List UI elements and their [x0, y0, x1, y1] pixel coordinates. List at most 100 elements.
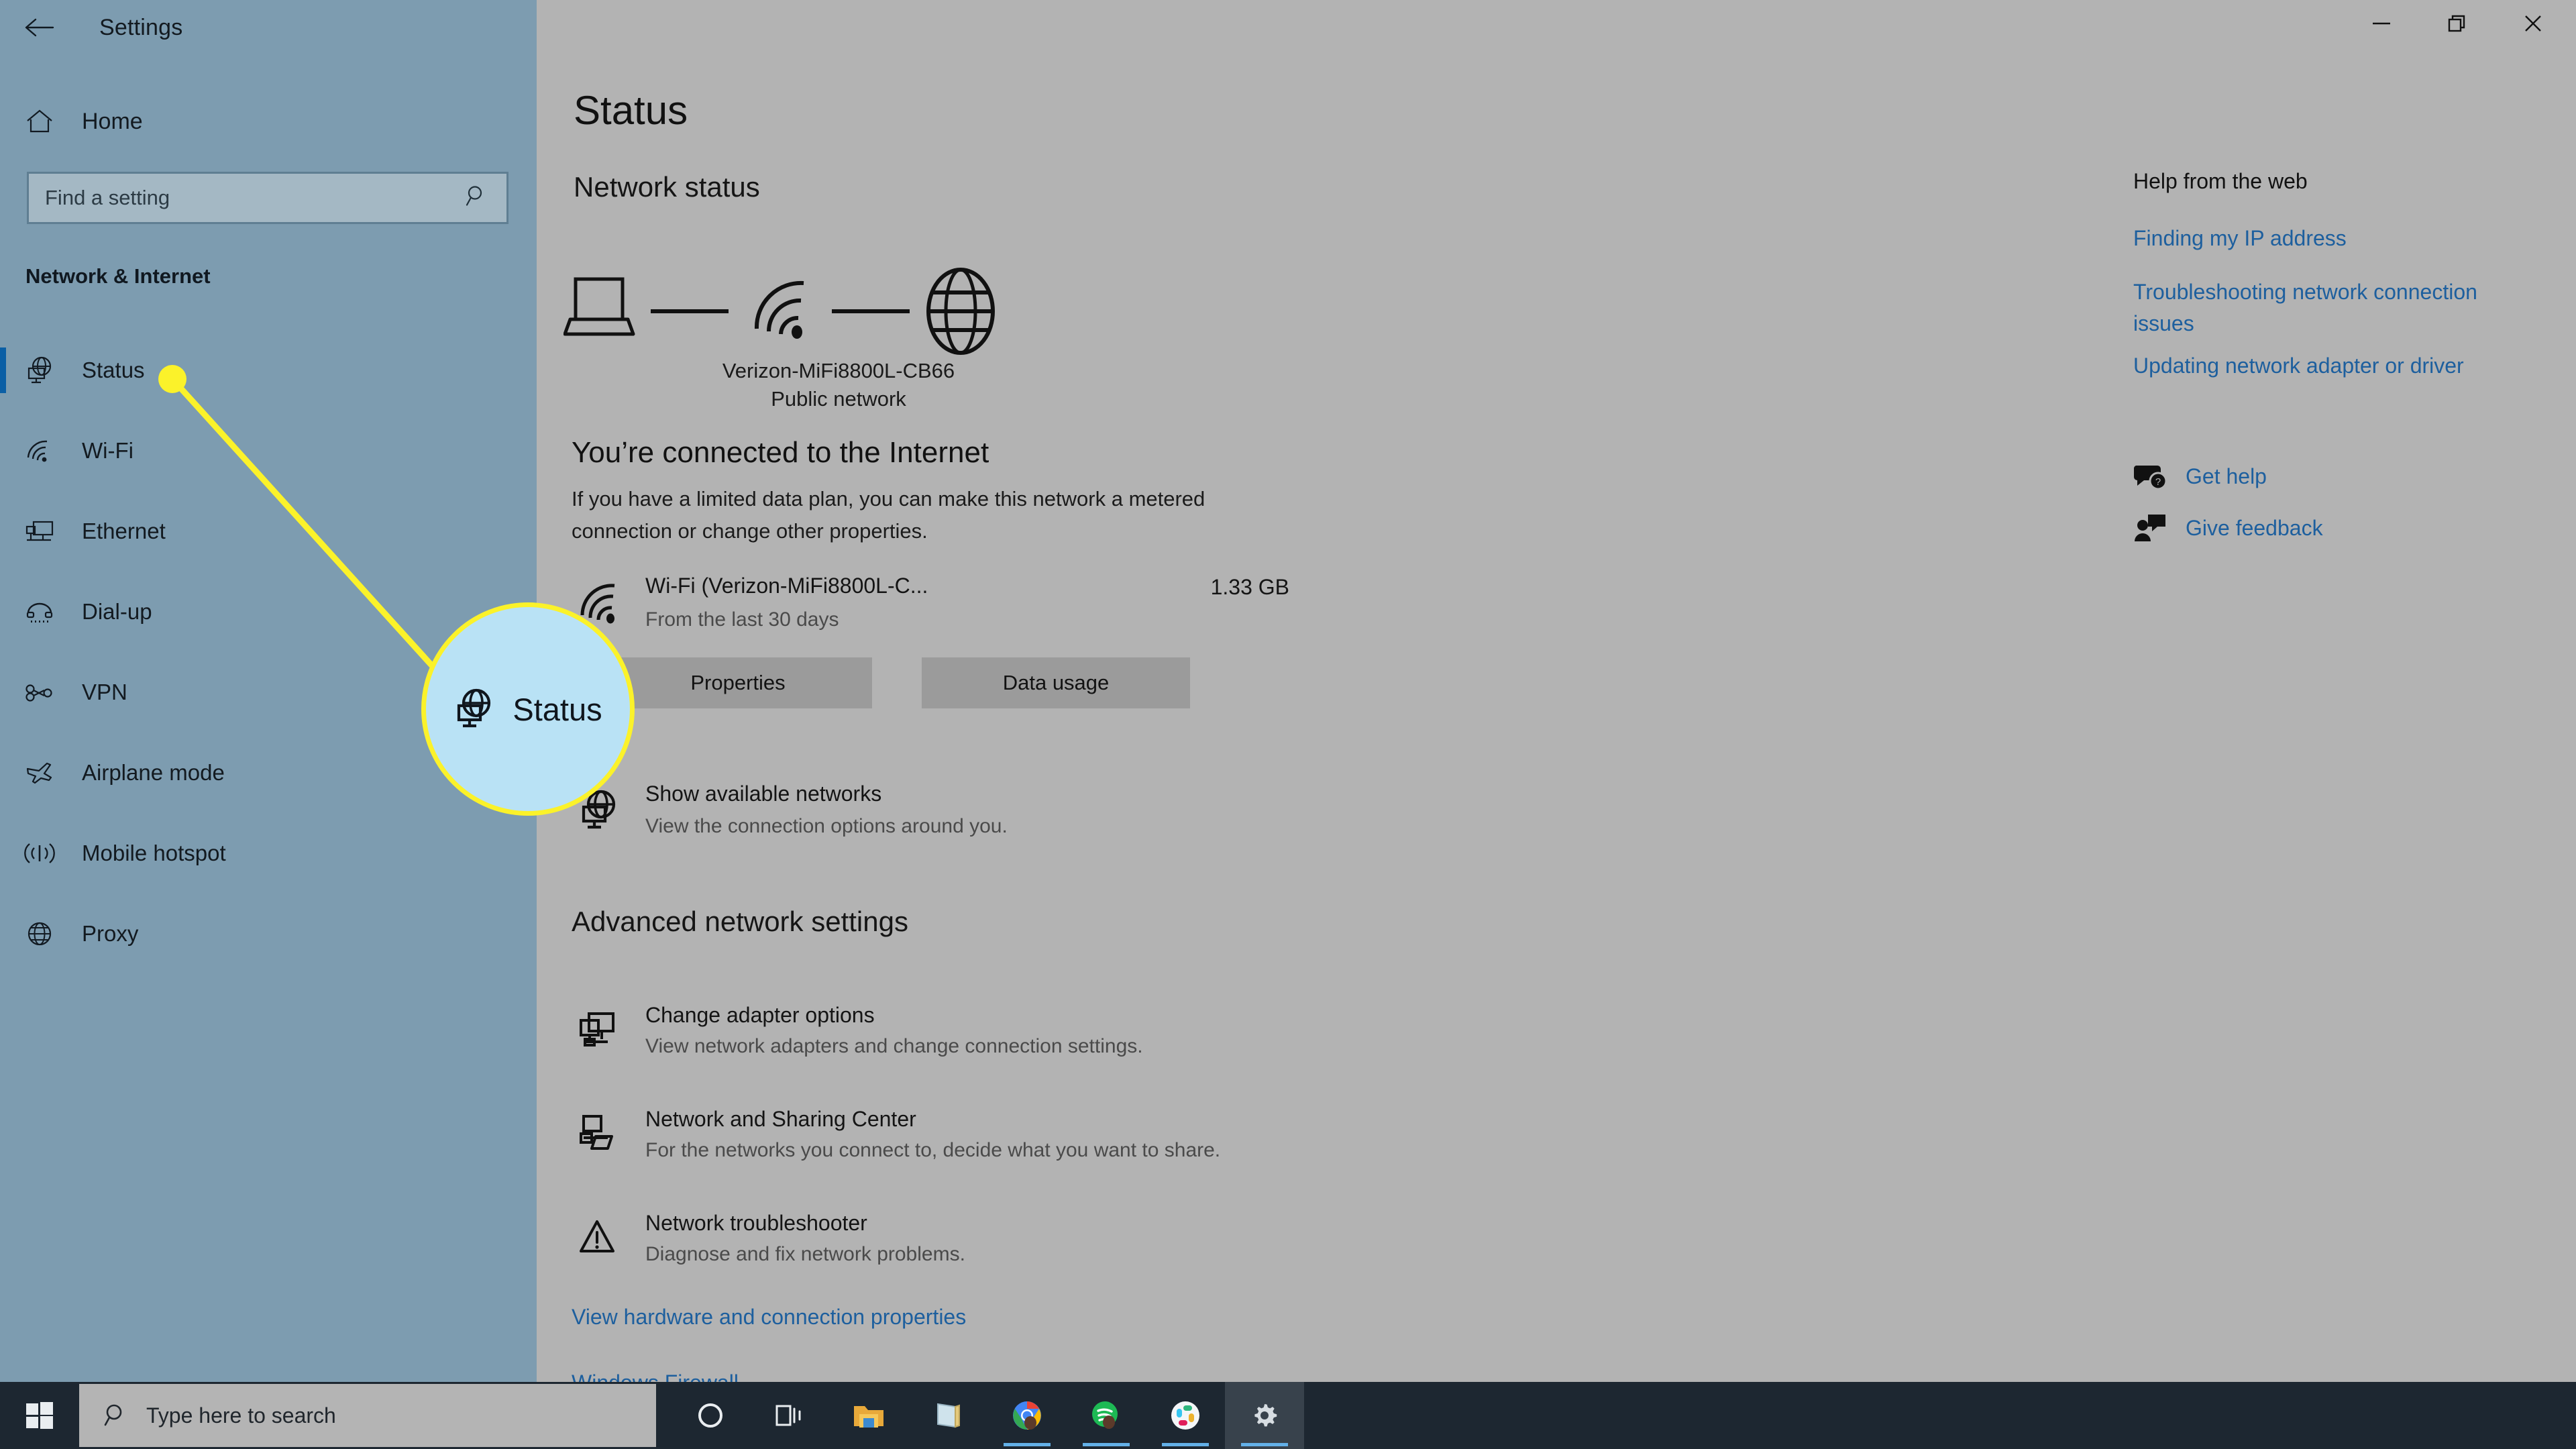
sidebar-item-dialup[interactable]: Dial-up — [0, 572, 537, 652]
svg-text:?: ? — [2155, 476, 2161, 488]
search-input[interactable]: Find a setting — [27, 172, 508, 224]
advanced-network-settings-heading: Advanced network settings — [572, 906, 908, 937]
sidebar-nav-list: Status Wi-Fi Ethernet Dial-up VPN Airpla… — [0, 330, 537, 974]
chrome-icon[interactable] — [987, 1382, 1067, 1449]
running-indicator — [1241, 1443, 1288, 1446]
globe-icon — [19, 920, 60, 947]
close-icon[interactable] — [2496, 0, 2570, 47]
vpn-icon — [19, 681, 60, 704]
selection-indicator — [0, 347, 6, 393]
sidebar-item-airplane-mode-label: Airplane mode — [82, 760, 225, 785]
help-link-updating-network-adapter-or-driver[interactable]: Updating network adapter or driver — [2133, 350, 2536, 382]
main-content: Status Network status Verizon-MiFi8800L-… — [537, 0, 2147, 1395]
minimize-icon[interactable] — [2345, 0, 2418, 47]
page-title: Status — [574, 88, 688, 133]
sidebar-category-title: Network & Internet — [25, 264, 211, 288]
network-and-sharing-center-subtitle: For the networks you connect to, decide … — [645, 1139, 1221, 1161]
sidebar-item-vpn-label: VPN — [82, 680, 127, 704]
task-view-icon[interactable] — [750, 1382, 829, 1449]
sidebar-item-dialup-label: Dial-up — [82, 599, 152, 624]
running-indicator — [1083, 1443, 1130, 1446]
store-icon[interactable] — [908, 1382, 987, 1449]
show-available-networks-title: Show available networks — [645, 782, 882, 806]
running-indicator — [1162, 1443, 1209, 1446]
sidebar-item-ethernet[interactable]: Ethernet — [0, 491, 537, 572]
taskbar-search-placeholder: Type here to search — [146, 1403, 336, 1428]
ethernet-icon — [19, 518, 60, 545]
give-feedback-label: Give feedback — [2186, 516, 2323, 540]
spotify-icon[interactable] — [1067, 1382, 1146, 1449]
sidebar-item-wifi[interactable]: Wi-Fi — [0, 411, 537, 491]
sidebar: Settings Home Find a setting Network & I… — [0, 0, 537, 1382]
network-troubleshooter-row[interactable]: Network troubleshooter Diagnose and fix … — [572, 1211, 1377, 1285]
sidebar-item-status[interactable]: Status — [0, 330, 537, 411]
show-available-networks-subtitle: View the connection options around you. — [645, 815, 1008, 837]
laptop-icon — [563, 277, 635, 336]
taskbar: Type here to search — [0, 1382, 2576, 1449]
window-title: Settings — [99, 15, 183, 40]
sidebar-item-proxy-label: Proxy — [82, 921, 139, 946]
sidebar-item-vpn[interactable]: VPN — [0, 652, 537, 733]
connected-heading: You’re connected to the Internet — [572, 436, 989, 469]
wifi-icon — [19, 437, 60, 464]
sidebar-item-wifi-label: Wi-Fi — [82, 438, 133, 463]
help-link-troubleshooting-network-connection-issues[interactable]: Troubleshooting network connection issue… — [2133, 276, 2536, 339]
sharing-icon — [578, 1114, 619, 1157]
give-feedback-action[interactable]: Give feedback — [2133, 513, 2549, 553]
sidebar-item-status-label: Status — [82, 358, 145, 382]
sidebar-item-proxy[interactable]: Proxy — [0, 894, 537, 974]
help-panel-title: Help from the web — [2133, 169, 2308, 193]
network-and-sharing-center-title: Network and Sharing Center — [645, 1107, 916, 1131]
file-explorer-icon[interactable] — [829, 1382, 908, 1449]
connection-name: Wi-Fi (Verizon-MiFi8800L-C... — [645, 574, 928, 598]
airplane-icon — [19, 759, 60, 786]
maximize-icon[interactable] — [2420, 0, 2494, 47]
help-link-finding-my-ip-address[interactable]: Finding my IP address — [2133, 223, 2536, 254]
wifi-icon — [578, 582, 628, 628]
windows-start-icon[interactable] — [0, 1382, 79, 1449]
settings-icon[interactable] — [1225, 1382, 1304, 1449]
sidebar-item-ethernet-label: Ethernet — [82, 519, 166, 543]
help-panel: Help from the web Finding my IP address … — [2127, 0, 2576, 1382]
search-icon — [103, 1403, 129, 1428]
slack-icon[interactable] — [1146, 1382, 1225, 1449]
adapter-icon — [578, 1010, 619, 1053]
chat-question-icon: ? — [2133, 462, 2169, 496]
globe-icon — [926, 268, 995, 355]
data-usage-button[interactable]: Data usage — [922, 657, 1190, 708]
sidebar-item-mobile-hotspot-label: Mobile hotspot — [82, 841, 226, 865]
taskbar-search-input[interactable]: Type here to search — [79, 1384, 656, 1447]
get-help-action[interactable]: ? Get help — [2133, 462, 2549, 502]
network-type: Public network — [771, 387, 906, 411]
sidebar-item-mobile-hotspot[interactable]: Mobile hotspot — [0, 813, 537, 894]
globe-monitor-icon — [19, 356, 60, 385]
running-indicator — [1004, 1443, 1051, 1446]
network-diagram-caption: Verizon-MiFi8800L-CB66 Public network — [564, 359, 1114, 411]
get-help-label: Get help — [2186, 464, 2267, 488]
sidebar-item-airplane-mode[interactable]: Airplane mode — [0, 733, 537, 813]
network-troubleshooter-subtitle: Diagnose and fix network problems. — [645, 1243, 965, 1265]
network-troubleshooter-title: Network troubleshooter — [645, 1211, 867, 1235]
back-arrow-icon[interactable] — [20, 12, 59, 43]
sidebar-item-home[interactable]: Home — [19, 101, 307, 142]
settings-window: Settings Home Find a setting Network & I… — [0, 0, 2576, 1395]
view-hardware-and-connection-properties-link[interactable]: View hardware and connection properties — [572, 1305, 966, 1330]
sidebar-item-home-label: Home — [82, 108, 143, 134]
change-adapter-options-subtitle: View network adapters and change connect… — [645, 1035, 1143, 1057]
home-icon — [19, 108, 60, 135]
globe-monitor-icon — [578, 790, 620, 835]
wifi-icon — [754, 280, 804, 339]
network-diagram — [563, 255, 1114, 369]
connection-data-usage-value: 1.33 GB — [1210, 575, 1289, 599]
show-available-networks-row[interactable]: Show available networks View the connect… — [572, 782, 1242, 849]
warning-triangle-icon — [578, 1218, 619, 1258]
connection-summary-row: Wi-Fi (Verizon-MiFi8800L-C... From the l… — [572, 574, 1296, 641]
cortana-icon[interactable] — [671, 1382, 750, 1449]
change-adapter-options-row[interactable]: Change adapter options View network adap… — [572, 1003, 1377, 1077]
dialup-icon — [19, 598, 60, 625]
properties-button[interactable]: Properties — [604, 657, 872, 708]
network-ssid: Verizon-MiFi8800L-CB66 — [722, 359, 955, 382]
network-and-sharing-center-row[interactable]: Network and Sharing Center For the netwo… — [572, 1107, 1377, 1181]
search-placeholder: Find a setting — [45, 186, 170, 209]
change-adapter-options-title: Change adapter options — [645, 1003, 875, 1027]
